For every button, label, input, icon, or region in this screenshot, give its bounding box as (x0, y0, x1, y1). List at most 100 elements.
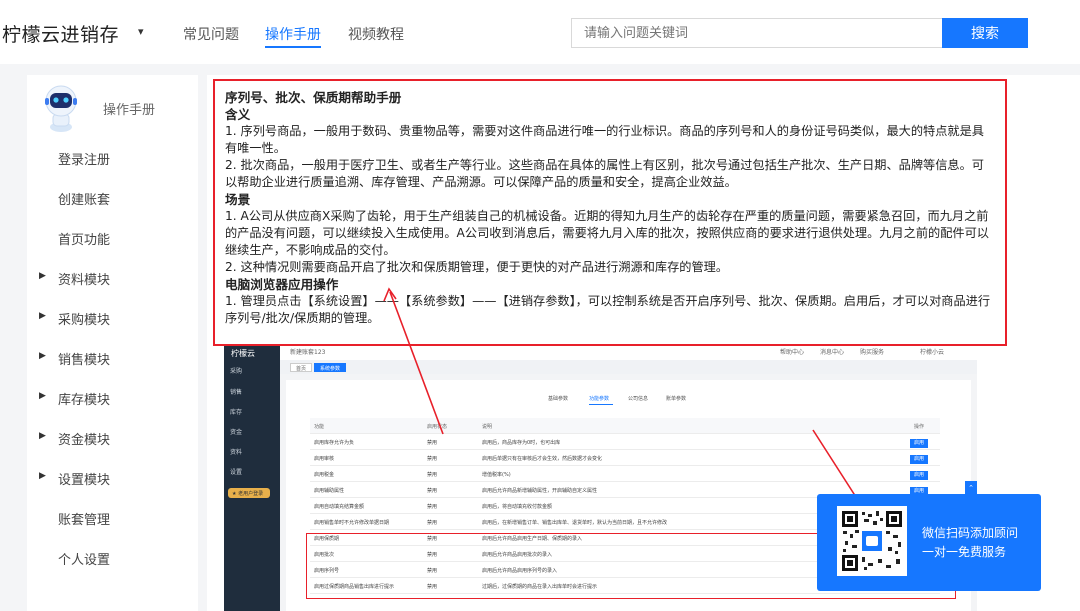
sidebar-item-home[interactable]: 首页功能 (27, 218, 198, 258)
embedded-tab: 首页 (290, 363, 313, 372)
embedded-nav-item: 销售 (230, 389, 243, 396)
doc-paragraph: 2. 批次商品，一般用于医疗卫生、或者生产等行业。这些商品在具体的属性上有区别，… (225, 158, 984, 189)
search-input[interactable] (571, 18, 943, 48)
embedded-link: 购买服务 (860, 349, 885, 356)
embedded-link: 消息中心 (820, 349, 845, 356)
sidebar-item-label: 销售模块 (58, 353, 111, 368)
brand-dropdown-icon[interactable]: ▾ (138, 25, 144, 38)
sidebar-item-label: 登录注册 (58, 153, 111, 168)
enable-button: 启用 (910, 455, 928, 464)
sidebar-item-label: 首页功能 (58, 233, 111, 248)
sidebar-item-purchase[interactable]: ▶ 采购模块 (27, 298, 198, 338)
nav-video[interactable]: 视频教程 (348, 24, 404, 44)
cell: 启用库存允许为负 (314, 440, 355, 446)
sidebar-item-label: 采购模块 (58, 313, 111, 328)
doc-heading-web: 电脑浏览器应用操作 (225, 277, 339, 292)
cell: 启用后，在新增销售订单、销售出库单、退货单时，默认为当前日期，且不允许修改 (482, 520, 668, 526)
help-document: 序列号、批次、保质期帮助手册 含义 1. 序列号商品，一般用于数码、贵重物品等，… (213, 79, 1007, 346)
doc-heading-scene: 场景 (225, 192, 251, 207)
table-row: 启用审核 禁用 启用后单据只有在审核后才会生效，然后数据才会变化 启用 (310, 450, 940, 466)
sidebar-title: 操作手册 (103, 103, 156, 118)
qr-caption-line: 一对一免费服务 (922, 545, 1007, 559)
embedded-table-header: 功能 启用状态 说明 操作 (310, 418, 940, 434)
expand-arrow-icon: ▶ (39, 311, 46, 321)
nav-active-indicator (265, 46, 321, 48)
embedded-subtab: 账单参数 (666, 396, 687, 402)
brand-title[interactable]: 柠檬云进销存 (2, 20, 119, 47)
sidebar-item-inventory[interactable]: ▶ 库存模块 (27, 378, 198, 418)
expand-arrow-icon: ▶ (39, 351, 46, 361)
enable-button: 启用 (910, 439, 928, 448)
embedded-tab-active: 系统参数 (314, 363, 347, 372)
top-navigation: 柠檬云进销存 ▾ 常见问题 操作手册 视频教程 搜索 (0, 0, 1080, 64)
qr-caption-line: 微信扫码添加顾问 (922, 526, 1019, 540)
cell: 启用审核 (314, 456, 335, 462)
sidebar-item-label: 库存模块 (58, 393, 111, 408)
cell: 禁用 (427, 520, 438, 526)
wechat-qr-popup[interactable]: 微信扫码添加顾问 一对一免费服务 (817, 494, 1041, 591)
nav-faq[interactable]: 常见问题 (183, 24, 239, 44)
sidebar: 操作手册 登录注册 创建账套 首页功能 ▶ 资料模块 ▶ 采购模块 ▶ 销售模块 ▶ 库… (27, 75, 198, 611)
doc-title: 序列号、批次、保质期帮助手册 (225, 90, 402, 105)
doc-paragraph: 1. 序列号商品，一般用于数码、贵重物品等，需要对这件商品进行唯一的行业标识。商… (225, 124, 984, 155)
embedded-user-pill: ★ 老用户登录 (228, 488, 270, 498)
sidebar-item-label: 资金模块 (58, 433, 111, 448)
sidebar-item-funds[interactable]: ▶ 资金模块 (27, 418, 198, 458)
sidebar-item-create-account[interactable]: 创建账套 (27, 178, 198, 218)
doc-paragraph: 1. A公司从供应商X采购了齿轮，用于生产组装自己的机械设备。近期的得知九月生产… (225, 209, 989, 257)
embedded-nav-item: 设置 (230, 469, 243, 476)
header-cell: 操作 (914, 424, 925, 430)
sidebar-item-label: 资料模块 (58, 273, 111, 288)
embedded-nav-item: 资金 (230, 429, 243, 436)
cell: 禁用 (427, 456, 438, 462)
cell: 启用后，商品库存为0时，也可出库 (482, 440, 561, 446)
sidebar-item-label: 设置模块 (58, 473, 111, 488)
expand-arrow-icon: ▶ (39, 431, 46, 441)
cell: 禁用 (427, 488, 438, 494)
embedded-sidebar: 柠檬云 采购 销售 库存 资金 资料 设置 ★ 老用户登录 (224, 342, 280, 611)
sidebar-item-login[interactable]: 登录注册 (27, 138, 198, 178)
search-button[interactable]: 搜索 (942, 18, 1028, 48)
qr-caption: 微信扫码添加顾问 一对一免费服务 (922, 524, 1034, 562)
sidebar-item-settings[interactable]: ▶ 设置模块 (27, 458, 198, 498)
cell: 禁用 (427, 472, 438, 478)
sidebar-item-sales[interactable]: ▶ 销售模块 (27, 338, 198, 378)
cell: 启用自动填充结算金额 (314, 504, 365, 510)
sidebar-item-account-management[interactable]: 账套管理 (27, 498, 198, 538)
sidebar-item-data[interactable]: ▶ 资料模块 (27, 258, 198, 298)
header-cell: 功能 (314, 424, 325, 430)
enable-button: 启用 (910, 471, 928, 480)
table-row: 启用库存允许为负 禁用 启用后，商品库存为0时，也可出库 启用 (310, 434, 940, 450)
embedded-nav-item: 采购 (230, 368, 243, 375)
embedded-tabbar: 首页 系统参数 (280, 360, 977, 374)
sidebar-item-label: 账套管理 (58, 513, 111, 528)
robot-mascot-icon (45, 85, 77, 132)
sidebar-item-label: 个人设置 (58, 553, 111, 568)
cell: 启用后单据只有在审核后才会生效，然后数据才会变化 (482, 456, 603, 462)
nav-manual[interactable]: 操作手册 (265, 24, 321, 44)
embedded-user: 柠檬小云 (920, 349, 945, 356)
expand-arrow-icon: ▶ (39, 471, 46, 481)
embedded-subtab: 基础参数 (548, 396, 569, 402)
embedded-side-tab: ⌃ (965, 481, 977, 495)
sidebar-item-personal-settings[interactable]: 个人设置 (27, 538, 198, 578)
qr-code-icon (837, 506, 907, 576)
embedded-nav-item: 资料 (230, 449, 243, 456)
cell: 启用后允许商品新增辅助属性，开启辅助自定义属性 (482, 488, 598, 494)
header-cell: 启用状态 (427, 424, 448, 430)
embedded-nav-item: 库存 (230, 409, 243, 416)
embedded-subtab-active: 功能参数 (589, 396, 610, 402)
cell: 增值税率(%) (482, 472, 511, 478)
header-cell: 说明 (482, 424, 493, 430)
embedded-logo: 柠檬云 (231, 349, 255, 358)
embedded-subtab-indicator (589, 404, 613, 405)
embedded-link: 帮助中心 (780, 349, 805, 356)
cell: 启用税金 (314, 472, 335, 478)
expand-arrow-icon: ▶ (39, 391, 46, 401)
expand-arrow-icon: ▶ (39, 271, 46, 281)
cell: 启用销售单时不允许修改单据日期 (314, 520, 390, 526)
embedded-account: 新建账套123 (290, 349, 326, 356)
doc-paragraph: 2. 这种情况则需要商品开启了批次和保质期管理，便于更快的对产品进行溯源和库存的… (225, 260, 729, 274)
table-row: 启用税金 禁用 增值税率(%) 启用 (310, 466, 940, 482)
doc-heading-meaning: 含义 (225, 107, 251, 122)
